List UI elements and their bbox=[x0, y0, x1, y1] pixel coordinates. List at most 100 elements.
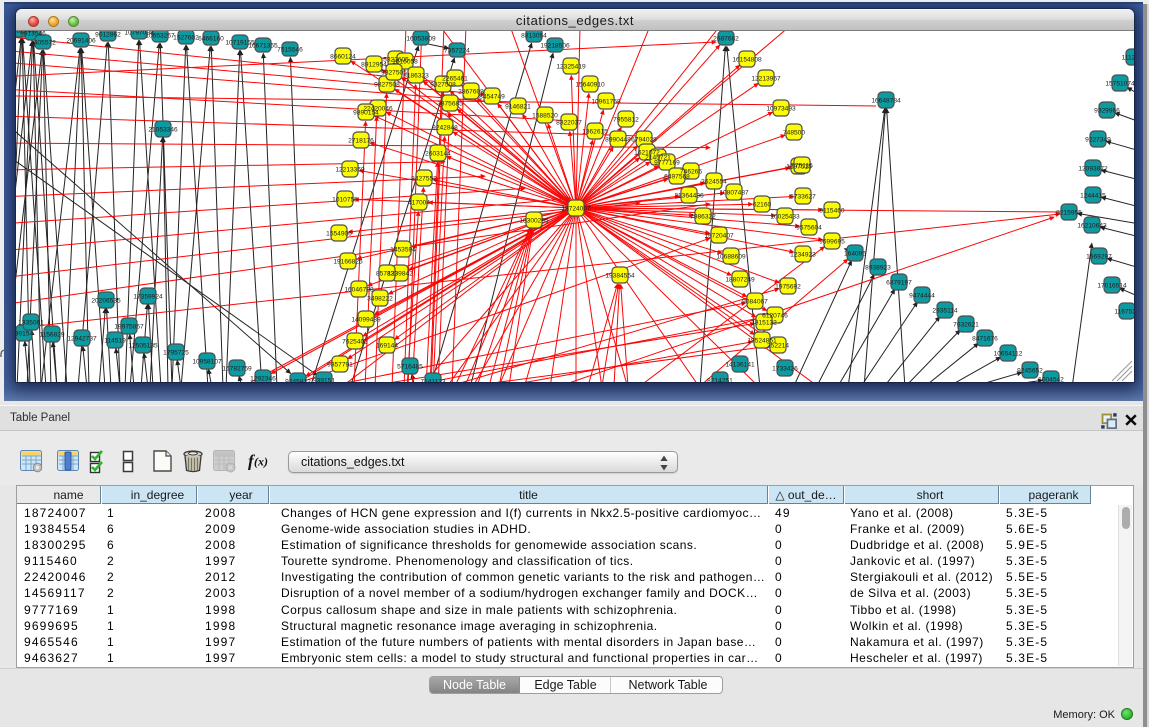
svg-text:8990448: 8990448 bbox=[605, 136, 631, 143]
svg-text:8427552: 8427552 bbox=[411, 175, 437, 182]
svg-text:9329966: 9329966 bbox=[1094, 107, 1120, 114]
svg-text:1795725: 1795725 bbox=[163, 349, 189, 356]
svg-text:18300295: 18300295 bbox=[519, 217, 549, 224]
svg-text:7955812: 7955812 bbox=[613, 116, 639, 123]
svg-text:1815132: 1815132 bbox=[751, 319, 777, 326]
svg-text:10973493: 10973493 bbox=[766, 105, 796, 112]
svg-text:5716485: 5716485 bbox=[397, 363, 423, 370]
svg-text:1112045: 1112045 bbox=[1122, 54, 1134, 61]
svg-text:10961758: 10961758 bbox=[591, 98, 621, 105]
svg-text:1527602: 1527602 bbox=[173, 34, 199, 41]
svg-text:62160: 62160 bbox=[753, 201, 772, 208]
svg-text:2935114: 2935114 bbox=[932, 307, 958, 314]
svg-text:10958107: 10958107 bbox=[192, 358, 222, 365]
svg-text:17016514: 17016514 bbox=[1097, 282, 1127, 289]
svg-text:16782759: 16782759 bbox=[222, 365, 252, 372]
svg-text:15640910: 15640910 bbox=[575, 81, 605, 88]
svg-text:5733627: 5733627 bbox=[790, 193, 816, 200]
svg-text:10025433: 10025433 bbox=[770, 213, 800, 220]
svg-text:18724007: 18724007 bbox=[561, 205, 591, 212]
svg-text:9327508: 9327508 bbox=[430, 81, 456, 88]
svg-text:8938923: 8938923 bbox=[865, 264, 891, 271]
svg-text:12942737: 12942737 bbox=[67, 335, 97, 342]
svg-text:164095: 164095 bbox=[844, 250, 866, 257]
svg-text:1292346: 1292346 bbox=[250, 375, 276, 382]
svg-text:19166825: 19166825 bbox=[333, 258, 363, 265]
svg-text:857833: 857833 bbox=[376, 270, 398, 277]
svg-text:1167533: 1167533 bbox=[1114, 308, 1134, 315]
svg-text:6879197: 6879197 bbox=[886, 279, 912, 286]
svg-text:20691406: 20691406 bbox=[66, 37, 96, 44]
svg-text:1588520: 1588520 bbox=[532, 112, 558, 119]
svg-text:3498222: 3498222 bbox=[367, 295, 393, 302]
svg-text:12093872: 12093872 bbox=[1078, 165, 1108, 172]
svg-text:18807249: 18807249 bbox=[725, 276, 755, 283]
svg-text:9242848: 9242848 bbox=[432, 124, 458, 131]
svg-text:9857791: 9857791 bbox=[327, 361, 353, 368]
svg-text:9699695: 9699695 bbox=[819, 238, 845, 245]
svg-text:1362615: 1362615 bbox=[582, 128, 608, 135]
svg-text:20206535: 20206535 bbox=[91, 297, 121, 304]
svg-text:9115460: 9115460 bbox=[819, 207, 845, 214]
svg-text:1004542: 1004542 bbox=[1038, 376, 1064, 382]
svg-text:15720407: 15720407 bbox=[704, 232, 734, 239]
svg-text:1616058: 1616058 bbox=[392, 58, 418, 65]
svg-text:252214: 252214 bbox=[767, 342, 789, 349]
svg-text:8214251: 8214251 bbox=[707, 377, 733, 382]
svg-text:16210643: 16210643 bbox=[1077, 222, 1107, 229]
svg-text:3624554: 3624554 bbox=[701, 178, 727, 185]
svg-text:8215955: 8215955 bbox=[1056, 209, 1082, 216]
svg-text:7632621: 7632621 bbox=[953, 321, 979, 328]
svg-text:12213967: 12213967 bbox=[751, 75, 781, 82]
svg-text:10653267: 10653267 bbox=[145, 32, 175, 39]
svg-text:1453594: 1453594 bbox=[390, 246, 416, 253]
svg-text:1156829: 1156829 bbox=[39, 331, 65, 338]
svg-text:6794028: 6794028 bbox=[631, 136, 657, 143]
svg-text:7357224: 7357224 bbox=[444, 47, 470, 54]
svg-text:8660124: 8660124 bbox=[330, 53, 356, 60]
svg-text:(x): (x) bbox=[254, 455, 268, 469]
svg-text:14136141: 14136141 bbox=[725, 361, 755, 368]
svg-text:1733426: 1733426 bbox=[772, 365, 798, 372]
svg-text:7515546: 7515546 bbox=[277, 46, 303, 53]
svg-text:19384554: 19384554 bbox=[605, 272, 635, 279]
svg-text:9012862: 9012862 bbox=[95, 31, 121, 38]
svg-text:6120746: 6120746 bbox=[762, 312, 788, 319]
svg-text:9474444: 9474444 bbox=[909, 292, 935, 299]
svg-text:12505135: 12505135 bbox=[128, 342, 158, 349]
svg-text:19975867: 19975867 bbox=[114, 323, 144, 330]
svg-text:9913546: 9913546 bbox=[20, 31, 46, 37]
svg-text:8454749: 8454749 bbox=[479, 93, 505, 100]
svg-text:1010755: 1010755 bbox=[332, 196, 358, 203]
svg-text:1569297: 1569297 bbox=[1086, 253, 1112, 260]
svg-text:2603144: 2603144 bbox=[425, 150, 451, 157]
svg-text:1335061: 1335061 bbox=[18, 319, 44, 326]
svg-text:9245652: 9245652 bbox=[1017, 367, 1043, 374]
svg-text:748500: 748500 bbox=[783, 129, 805, 136]
svg-text:9146821: 9146821 bbox=[505, 103, 531, 110]
svg-text:1554906: 1554906 bbox=[326, 230, 352, 237]
svg-text:9575604: 9575604 bbox=[796, 224, 822, 231]
svg-text:114519: 114519 bbox=[104, 337, 126, 344]
svg-text:16046798: 16046798 bbox=[344, 286, 374, 293]
svg-text:21053346: 21053346 bbox=[148, 126, 178, 133]
svg-text:9084067: 9084067 bbox=[742, 298, 768, 305]
svg-text:575115: 575115 bbox=[791, 162, 813, 169]
svg-text:1244415: 1244415 bbox=[1080, 192, 1106, 199]
svg-text:9327505: 9327505 bbox=[381, 69, 407, 76]
svg-text:1234923: 1234923 bbox=[790, 251, 816, 258]
svg-text:8813054: 8813054 bbox=[521, 32, 547, 39]
svg-text:7141123: 7141123 bbox=[420, 378, 446, 382]
svg-text:6497568: 6497568 bbox=[664, 173, 690, 180]
svg-text:9777169: 9777169 bbox=[654, 159, 680, 166]
svg-text:2265461: 2265461 bbox=[442, 75, 468, 82]
svg-text:16671355: 16671355 bbox=[248, 42, 278, 49]
svg-text:7625402: 7625402 bbox=[342, 338, 368, 345]
svg-text:3875685: 3875685 bbox=[437, 100, 463, 107]
svg-text:14099489: 14099489 bbox=[351, 316, 381, 323]
svg-text:9890154: 9890154 bbox=[353, 109, 379, 116]
svg-text:2718176: 2718176 bbox=[348, 137, 374, 144]
svg-text:12213369: 12213369 bbox=[335, 166, 365, 173]
svg-text:17359924: 17359924 bbox=[133, 293, 163, 300]
svg-text:939151: 939151 bbox=[313, 377, 335, 382]
